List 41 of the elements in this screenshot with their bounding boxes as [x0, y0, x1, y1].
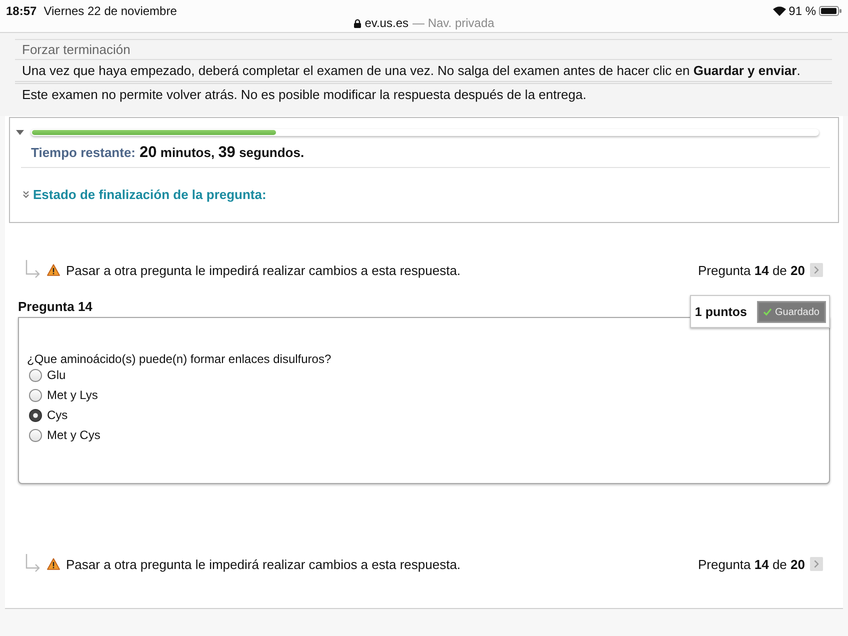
exam-note: Una vez que haya empezado, deberá completar el examen de una vez. No salga del examen antes de hacer clic en Guardar y enviar.	[15, 59, 832, 81]
time-remaining-value: 20 minutos, 39 segundos.	[140, 144, 304, 162]
corner-arrow-icon	[25, 260, 41, 280]
chevron-right-icon	[814, 560, 819, 568]
browsing-mode-text: — Nav. privada	[412, 16, 494, 30]
date-text: Viernes 22 de noviembre	[44, 4, 177, 18]
radio-button[interactable]	[29, 408, 42, 422]
url-text[interactable]: ev.us.es	[364, 16, 408, 30]
warning-icon	[47, 264, 60, 276]
chevron-right-icon	[814, 266, 819, 274]
saved-status-text: Guardado	[775, 306, 820, 318]
double-chevron-down-icon[interactable]	[23, 190, 29, 198]
warning-message: Pasar a otra pregunta le impedirá realizar cambios a esta respuesta.	[66, 556, 461, 572]
radio-button[interactable]	[29, 428, 42, 442]
battery-percentage: 91 %	[788, 4, 816, 18]
question-title: Pregunta 14	[18, 298, 92, 315]
wifi-icon	[772, 6, 786, 16]
lock-icon	[354, 18, 361, 28]
warning-icon	[47, 558, 60, 570]
answer-option-label[interactable]: Met y Lys	[47, 388, 98, 402]
next-question-button[interactable]	[810, 557, 823, 571]
clock-time: 18:57	[6, 4, 37, 18]
corner-arrow-icon	[25, 554, 41, 574]
question-position: Pregunta 14 de 20	[698, 262, 805, 278]
radio-button[interactable]	[29, 388, 42, 402]
next-question-button[interactable]	[810, 263, 823, 277]
exam-setting: Forzar terminación	[15, 39, 832, 59]
points-text: 1 puntos	[694, 305, 747, 319]
battery-icon	[819, 6, 842, 16]
answer-option-label[interactable]: Met y Cys	[47, 428, 100, 442]
radio-button[interactable]	[29, 368, 42, 382]
answer-option-label[interactable]: Cys	[47, 408, 68, 422]
question-text: ¿Que aminoácido(s) puede(n) formar enlaces disulfuros?	[27, 352, 332, 366]
time-remaining-label: Tiempo restante:	[31, 145, 136, 160]
answer-option-label[interactable]: Glu	[47, 368, 66, 382]
completion-status-heading[interactable]: Estado de finalización de la pregunta:	[33, 186, 266, 202]
check-icon	[763, 308, 772, 316]
warning-message: Pasar a otra pregunta le impedirá realizar cambios a esta respuesta.	[66, 262, 461, 278]
caret-down-icon[interactable]	[16, 130, 24, 134]
question-position: Pregunta 14 de 20	[698, 556, 805, 572]
exam-note: Este examen no permite volver atrás. No es posible modificar la respuesta después de la entrega.	[15, 81, 832, 106]
